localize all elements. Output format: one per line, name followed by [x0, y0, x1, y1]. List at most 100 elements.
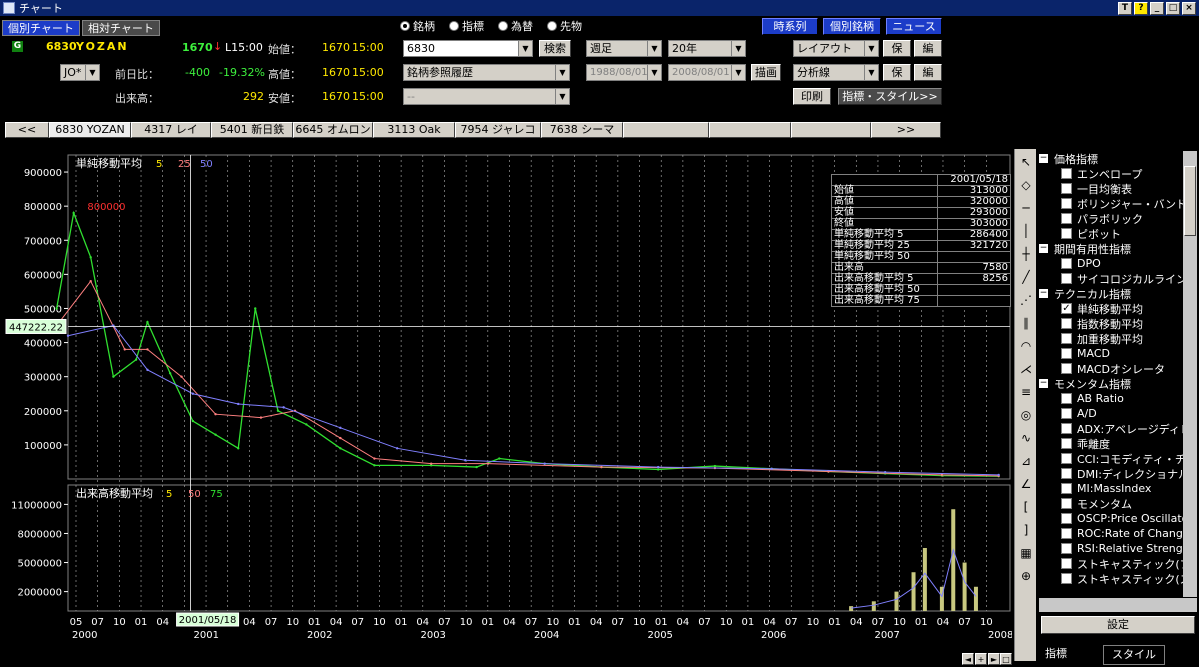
radio-fx[interactable]: 為替 [498, 18, 533, 34]
stock-tab-empty-2[interactable] [709, 122, 791, 138]
cross-icon[interactable]: ┼ [1016, 244, 1036, 264]
code-input[interactable]: 6830 ▼ [403, 40, 533, 57]
zoom-in-button[interactable]: + [975, 653, 987, 665]
indicator-item[interactable]: DPO [1039, 256, 1183, 271]
draw-button[interactable]: 描画 [751, 64, 781, 81]
to-date[interactable]: 2008/08/01 ▼ [668, 64, 746, 81]
settings-button[interactable]: 設定 [1041, 616, 1195, 634]
vline-icon[interactable]: │ [1016, 221, 1036, 241]
indicator-item[interactable]: モメンタム [1039, 496, 1183, 511]
gann-icon[interactable]: ⊿ [1016, 451, 1036, 471]
stock-tab-next[interactable]: >> [871, 122, 941, 138]
stock-tab-empty-1[interactable] [623, 122, 709, 138]
individual-stock-button[interactable]: 個別銘柄 [823, 18, 881, 35]
tree-group[interactable]: − 期間有用性指標 [1039, 241, 1183, 256]
cycle-icon[interactable]: ◎ [1016, 405, 1036, 425]
market-select[interactable]: JO* ▼ [60, 64, 100, 81]
indicator-checkbox[interactable] [1061, 318, 1072, 329]
indicator-item[interactable]: A/D [1039, 406, 1183, 421]
timeseries-button[interactable]: 時系列 [762, 18, 818, 35]
tab-indicator[interactable]: 指標 [1037, 645, 1075, 665]
collapse-icon[interactable]: − [1039, 154, 1048, 163]
indicator-item[interactable]: ADX:アベレージディレ [1039, 421, 1183, 436]
indicator-checkbox[interactable] [1061, 198, 1072, 209]
indicator-item[interactable]: ROC:Rate of Change [1039, 526, 1183, 541]
indicator-checkbox[interactable] [1061, 273, 1072, 284]
indicator-item[interactable]: MI:MassIndex [1039, 481, 1183, 496]
analysis-save-button[interactable]: 保存 [883, 64, 911, 94]
print-button[interactable]: 印刷 [793, 88, 831, 105]
indicator-item[interactable]: パラボリック [1039, 211, 1183, 226]
analysis-edit-button[interactable]: 編集 [914, 64, 942, 94]
stock-tab-prev[interactable]: << [5, 122, 49, 138]
search-button[interactable]: 検索 [539, 40, 571, 57]
indicator-item[interactable]: AB Ratio [1039, 391, 1183, 406]
collapse-icon[interactable]: − [1039, 289, 1048, 298]
indicator-checkbox[interactable] [1061, 453, 1072, 464]
indicator-checkbox[interactable] [1061, 333, 1072, 344]
help-icon[interactable]: ? [1134, 1, 1148, 15]
indicator-checkbox[interactable] [1061, 408, 1072, 419]
indicator-item[interactable]: ストキャスティック(スロ [1039, 571, 1183, 586]
indicator-checkbox[interactable] [1061, 513, 1072, 524]
indicator-item[interactable]: 乖離度 [1039, 436, 1183, 451]
close-button[interactable]: × [1182, 1, 1196, 15]
text-icon[interactable]: T [1118, 1, 1132, 15]
collapse-icon[interactable]: − [1039, 244, 1048, 253]
pointer-icon[interactable]: ↖ [1016, 152, 1036, 172]
grid-icon[interactable]: ▦ [1016, 543, 1036, 563]
bracket-icon[interactable]: [ [1016, 497, 1036, 517]
maximize-button[interactable]: □ [1166, 1, 1180, 15]
indicator-checkbox[interactable] [1061, 468, 1072, 479]
news-button[interactable]: ニュース [886, 18, 942, 35]
tab-relative-chart[interactable]: 相対チャート [82, 20, 160, 36]
indicator-checkbox[interactable] [1061, 228, 1072, 239]
fibo-arc-icon[interactable]: ◠ [1016, 336, 1036, 356]
indicator-item[interactable]: CCI:コモディティ・チャ [1039, 451, 1183, 466]
indicator-checkbox[interactable] [1061, 183, 1072, 194]
indicator-checkbox[interactable] [1061, 558, 1072, 569]
angle-icon[interactable]: ∠ [1016, 474, 1036, 494]
indicator-item[interactable]: DMI:ディレクショナル・ [1039, 466, 1183, 481]
radio-futures[interactable]: 先物 [547, 18, 582, 34]
span-select[interactable]: 20年 ▼ [668, 40, 746, 57]
indicator-item[interactable]: MACD [1039, 346, 1183, 361]
indicator-item[interactable]: ✓ 単純移動平均 [1039, 301, 1183, 316]
scroll-left-button[interactable]: ◄ [962, 653, 974, 665]
indicator-item[interactable]: サイコロジカルライン [1039, 271, 1183, 286]
stock-tab-4317[interactable]: 4317 レイ [131, 122, 211, 138]
layout-select[interactable]: レイアウト ▼ [793, 40, 879, 57]
fit-button[interactable]: □ [1000, 653, 1012, 665]
stock-tab-empty-3[interactable] [791, 122, 871, 138]
interval-select[interactable]: 週足 ▼ [586, 40, 662, 57]
fan-icon[interactable]: ⋰ [1016, 290, 1036, 310]
indicator-checkbox[interactable] [1061, 438, 1072, 449]
indicator-item[interactable]: 加重移動平均 [1039, 331, 1183, 346]
indicator-checkbox[interactable] [1061, 168, 1072, 179]
stock-tab-7954[interactable]: 7954 ジャレコHD [455, 122, 541, 150]
hline-icon[interactable]: ─ [1016, 198, 1036, 218]
tree-group[interactable]: − 価格指標 [1039, 151, 1183, 166]
indicator-item[interactable]: ストキャスティック(ファ [1039, 556, 1183, 571]
indicator-item[interactable]: エンベロープ [1039, 166, 1183, 181]
third-select[interactable]: -- ▼ [403, 88, 570, 105]
collapse-icon[interactable]: − [1039, 379, 1048, 388]
indicator-hscrollbar[interactable] [1039, 598, 1197, 612]
indicator-item[interactable]: RSI:Relative Strength [1039, 541, 1183, 556]
indicator-checkbox[interactable] [1061, 393, 1072, 404]
indicator-item[interactable]: OSCP:Price Oscillator [1039, 511, 1183, 526]
eraser-icon[interactable]: ◇ [1016, 175, 1036, 195]
indicator-scrollbar[interactable] [1183, 151, 1197, 597]
stock-tab-6645[interactable]: 6645 オムロン [293, 122, 373, 138]
channel-icon[interactable]: ∥ [1016, 313, 1036, 333]
scroll-right-button[interactable]: ► [988, 653, 1000, 665]
radio-index[interactable]: 指標 [449, 18, 484, 34]
minimize-button[interactable]: _ [1150, 1, 1164, 15]
indicator-checkbox[interactable] [1061, 543, 1072, 554]
fibo-retrace-icon[interactable]: ≡ [1016, 382, 1036, 402]
indicator-checkbox[interactable] [1061, 483, 1072, 494]
indicator-checkbox[interactable] [1061, 423, 1072, 434]
indicator-checkbox[interactable] [1061, 498, 1072, 509]
period-icon[interactable]: ] [1016, 520, 1036, 540]
target-icon[interactable]: ⊕ [1016, 566, 1036, 586]
